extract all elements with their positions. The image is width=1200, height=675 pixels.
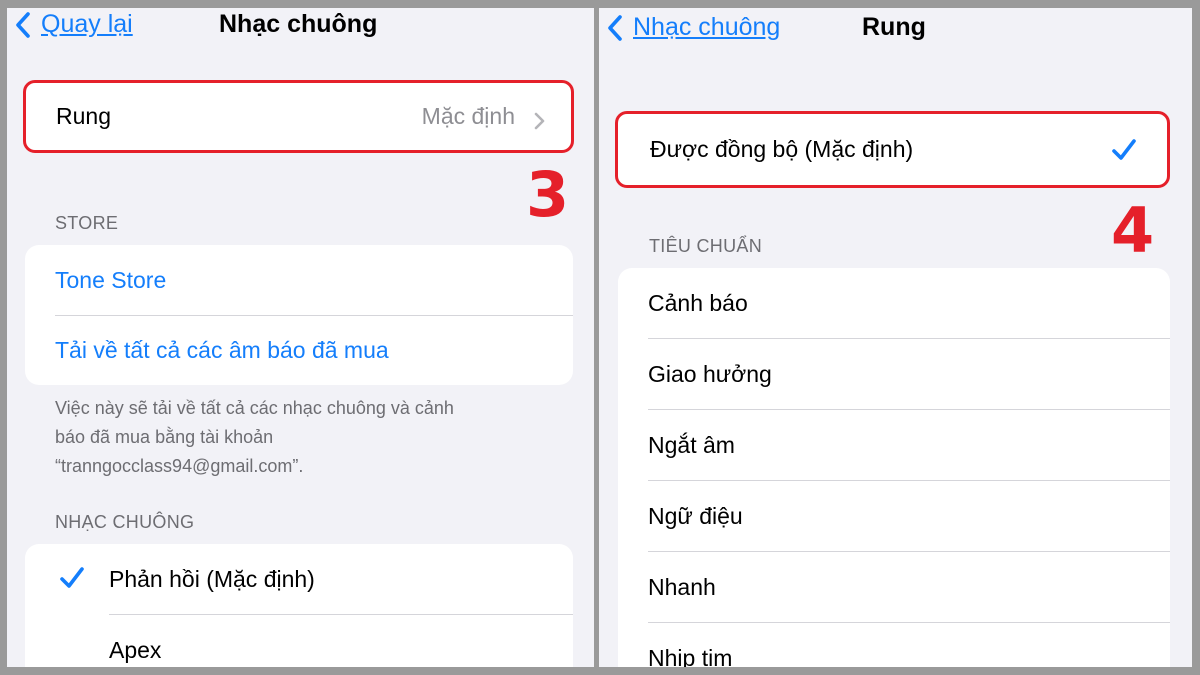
footer-line: báo đã mua bằng tài khoản [55,427,274,447]
chevron-left-icon [15,11,31,39]
vibration-option-label: Ngắt âm [648,431,735,458]
ringtone-label: Phản hồi (Mặc định) [109,565,315,592]
back-label: Nhạc chuông [633,13,781,41]
vibration-label: Rung [56,103,111,129]
ringtone-row[interactable]: Apex [25,615,573,667]
step-marker-4: 4 [1111,194,1155,267]
synced-label: Được đồng bộ (Mặc định) [650,136,914,162]
store-section-header: STORE [55,213,119,233]
vibration-option-label: Giao hưởng [648,360,772,387]
chevron-left-icon [607,14,623,42]
back-button[interactable]: Nhạc chuông [607,13,780,42]
checkmark-icon [59,566,85,596]
vibration-screen: Nhạc chuông Rung Được đồng bộ (Mặc định)… [599,8,1192,667]
checkmark-icon [1111,138,1137,168]
standard-section-header: TIÊU CHUẨN [649,236,763,256]
store-footer-note: Việc này sẽ tải về tất cả các nhạc chuôn… [55,394,565,481]
standard-group: Cảnh báo Giao hưởng Ngắt âm Ngữ điệu Nha… [618,268,1170,667]
tone-store-link: Tone Store [55,266,167,293]
footer-line: Việc này sẽ tải về tất cả các nhạc chuôn… [55,398,454,418]
vibration-option-row[interactable]: Giao hưởng [618,339,1170,409]
vibration-value: Mặc định [421,103,515,129]
synced-row-highlight: Được đồng bộ (Mặc định) [615,111,1170,188]
vibration-option-row[interactable]: Ngắt âm [618,410,1170,480]
back-button[interactable]: Quay lại [15,10,133,39]
ringtone-screen: Quay lại Nhạc chuông Rung Mặc định 3 STO… [7,8,594,667]
vibration-option-label: Nhanh [648,573,716,600]
vibration-row-highlight: Rung Mặc định [23,80,574,153]
step-marker-3: 3 [526,158,570,231]
vibration-option-row[interactable]: Nhanh [618,552,1170,622]
vibration-option-row[interactable]: Cảnh báo [618,268,1170,338]
vibration-option-row[interactable]: Nhịp tim [618,623,1170,668]
download-all-row[interactable]: Tải về tất cả các âm báo đã mua [25,316,573,385]
vibration-option-row[interactable]: Ngữ điệu [618,481,1170,551]
store-group: Tone Store Tải về tất cả các âm báo đã m… [25,245,573,385]
ringtone-row[interactable]: Phản hồi (Mặc định) [25,544,573,614]
footer-line: “tranngocclass94@gmail.com”. [55,456,304,476]
chevron-right-icon [534,109,545,136]
download-all-link: Tải về tất cả các âm báo đã mua [55,337,389,363]
vibration-option-label: Cảnh báo [648,289,748,316]
ringtone-group: Phản hồi (Mặc định) Apex [25,544,573,667]
vibration-option-label: Ngữ điệu [648,502,743,529]
synced-row[interactable]: Được đồng bộ (Mặc định) [618,114,1167,185]
ringtone-section-header: NHẠC CHUÔNG [55,512,195,532]
back-label: Quay lại [41,10,133,38]
vibration-option-label: Nhịp tim [648,644,733,668]
page-title: Nhạc chuông [219,10,378,38]
tone-store-row[interactable]: Tone Store [25,245,573,315]
page-title: Rung [862,13,926,41]
vibration-row[interactable]: Rung Mặc định [26,83,571,150]
ringtone-label: Apex [109,636,162,663]
